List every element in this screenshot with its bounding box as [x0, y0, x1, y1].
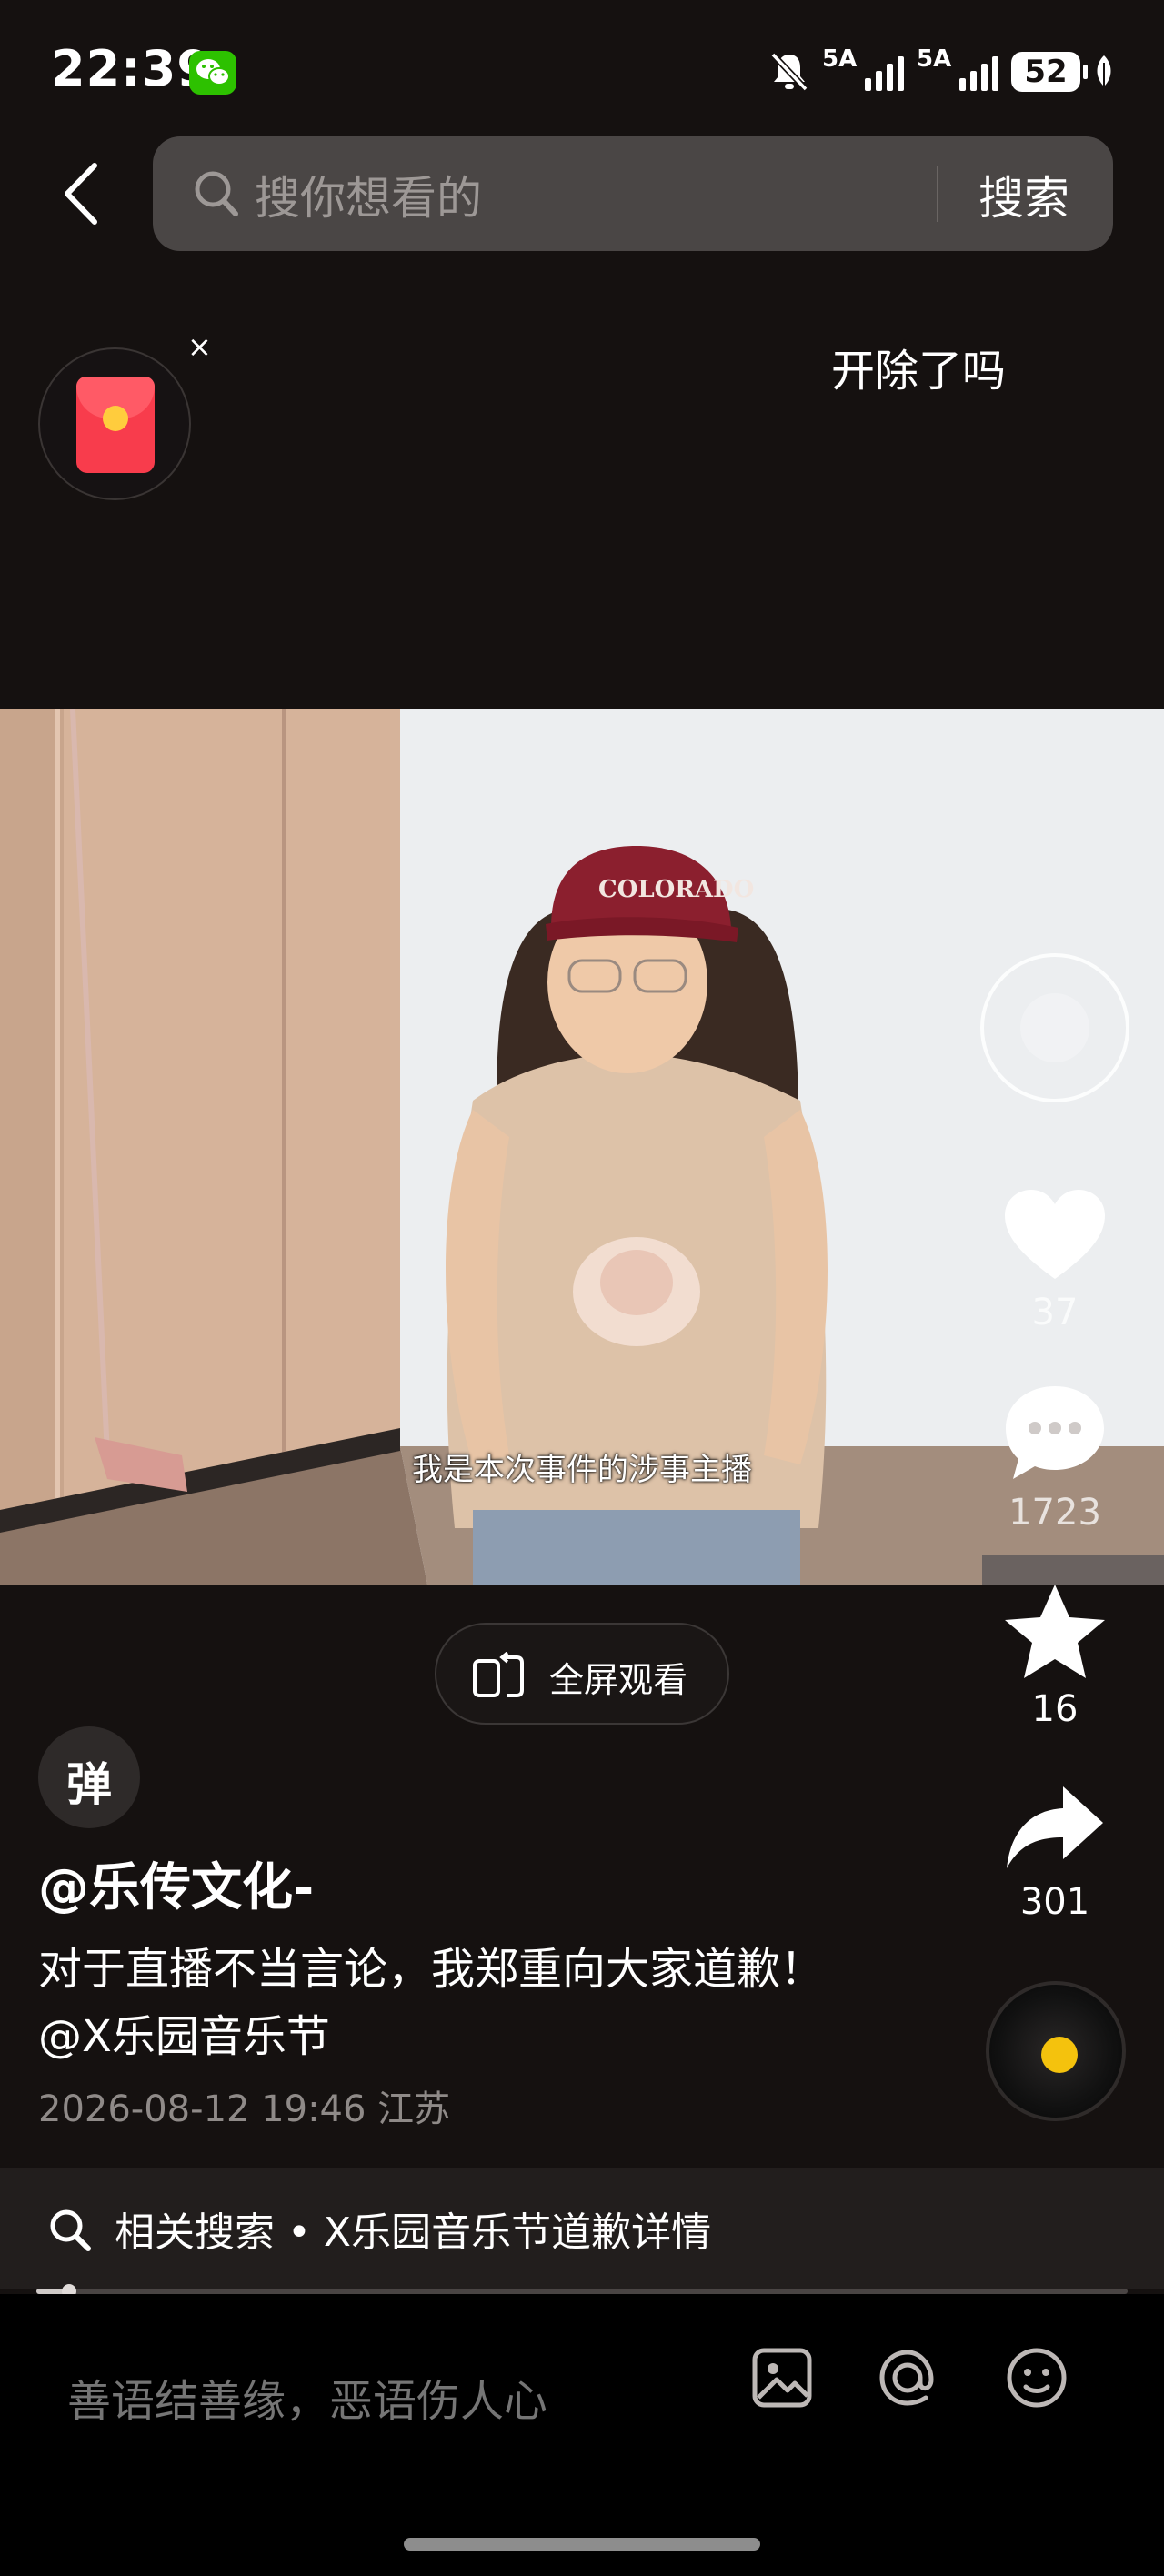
music-avatar-button[interactable]	[980, 953, 1129, 1102]
danmu-label: 弹	[66, 1758, 112, 1811]
comment-count: 1723	[1008, 1492, 1101, 1534]
share-arrow-icon	[1007, 1786, 1103, 1868]
topic-text: 开除了吗	[831, 346, 1007, 397]
search-input[interactable]: 搜你想看的	[255, 162, 482, 227]
search-icon	[195, 171, 238, 216]
signal-label: 5A	[822, 45, 858, 73]
app-screen: 22:39 5A 5A 52 搜你想看的 搜索 × 开除了吗 COLORADO …	[0, 0, 1164, 2576]
home-indicator[interactable]	[404, 2538, 760, 2551]
music-disc-button[interactable]	[986, 1981, 1126, 2121]
search-bar[interactable]: 搜你想看的 搜索	[153, 136, 1113, 251]
battery-icon: 52	[1011, 52, 1088, 92]
back-button[interactable]	[56, 162, 111, 226]
favorite-button[interactable]: 16	[982, 1583, 1128, 1730]
comment-input[interactable]	[67, 2376, 704, 2427]
mute-bell-icon	[770, 52, 808, 92]
comment-bar	[0, 2294, 1164, 2576]
comment-button[interactable]: 1723	[982, 1383, 1128, 1534]
close-red-packet-button[interactable]: ×	[187, 329, 212, 364]
disc-center	[1041, 2037, 1078, 2073]
image-icon[interactable]	[749, 2345, 815, 2410]
signal-label: 5A	[917, 45, 952, 73]
rotate-screen-icon	[473, 1652, 524, 1697]
like-button[interactable]: 37	[982, 1188, 1128, 1333]
danmu-toggle-button[interactable]: 弹	[38, 1726, 140, 1828]
fullscreen-label: 全屏观看	[549, 1660, 688, 1700]
star-icon	[1005, 1585, 1105, 1678]
status-time: 22:39	[51, 40, 212, 97]
chevron-left-icon	[65, 163, 97, 225]
battery-level: 52	[1024, 54, 1068, 90]
related-search-bar[interactable]: 相关搜索 • X乐园音乐节道歉详情	[0, 2168, 1164, 2289]
heart-icon	[1005, 1190, 1105, 1279]
svg-text:COLORADO: COLORADO	[598, 876, 754, 903]
search-icon	[50, 2209, 91, 2251]
status-bar: 22:39 5A 5A 52	[0, 0, 1164, 136]
search-button[interactable]: 搜索	[978, 162, 1069, 227]
status-icons: 5A 5A 52	[769, 45, 1115, 96]
wechat-icon	[189, 51, 236, 95]
post-description: 对于直播不当言论，我郑重向大家道歉！@X乐园音乐节	[38, 1944, 825, 2062]
emoji-icon[interactable]	[1004, 2345, 1069, 2410]
red-envelope-icon	[76, 377, 155, 473]
related-search-text[interactable]: 相关搜索 • X乐园音乐节道歉详情	[115, 2199, 711, 2258]
leaf-icon	[1097, 55, 1111, 88]
share-button[interactable]: 301	[982, 1783, 1128, 1923]
fullscreen-button[interactable]: 全屏观看	[435, 1623, 729, 1725]
signal-icon: 5A	[917, 45, 998, 95]
at-mention-icon[interactable]	[875, 2345, 940, 2410]
share-count: 301	[1019, 1881, 1090, 1923]
signal-icon: 5A	[822, 45, 904, 95]
like-count: 37	[1031, 1292, 1079, 1333]
comment-bubble-icon	[1006, 1386, 1104, 1479]
red-packet-button[interactable]	[38, 347, 191, 500]
favorite-count: 16	[1031, 1688, 1079, 1730]
music-note-icon	[1020, 993, 1089, 1062]
search-divider	[937, 166, 938, 222]
post-meta: 2026-08-12 19:46 江苏	[38, 2088, 451, 2130]
author-name[interactable]: @乐传文化-	[38, 1846, 314, 1920]
